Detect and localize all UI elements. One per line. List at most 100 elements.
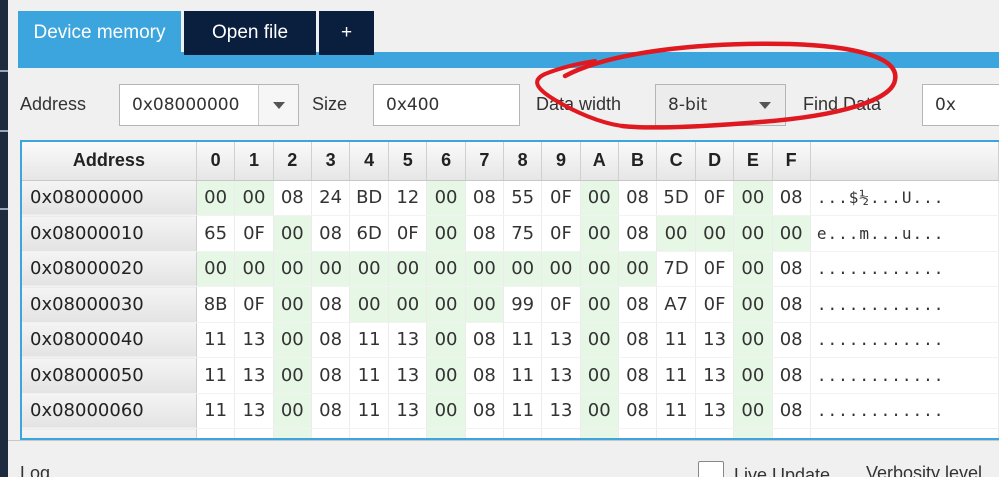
byte-cell[interactable]: 11 [196, 393, 236, 429]
header-column[interactable]: 6 [426, 142, 466, 181]
byte-cell[interactable]: 11 [349, 322, 390, 358]
byte-cell[interactable]: 08 [618, 357, 658, 394]
byte-cell[interactable]: 6D [349, 215, 390, 252]
tab-add-button[interactable]: + [319, 11, 374, 55]
byte-cell[interactable]: 00 [426, 393, 466, 429]
byte-cell[interactable]: 08 [618, 428, 658, 438]
byte-cell[interactable]: 00 [772, 215, 811, 252]
byte-cell[interactable]: 11 [349, 357, 390, 394]
byte-cell[interactable]: 0F [234, 215, 274, 252]
header-column[interactable]: C [656, 142, 696, 181]
byte-cell[interactable]: 08 [772, 393, 811, 429]
byte-cell[interactable]: 00 [426, 322, 466, 358]
byte-cell[interactable]: 00 [580, 357, 619, 394]
live-update-checkbox[interactable] [698, 461, 724, 477]
byte-cell[interactable]: 65 [196, 215, 236, 252]
byte-cell[interactable]: 00 [388, 251, 428, 287]
byte-cell[interactable]: 00 [311, 251, 351, 287]
byte-cell[interactable]: 00 [349, 286, 390, 323]
byte-cell[interactable]: 00 [426, 180, 466, 216]
header-column[interactable]: B [618, 142, 658, 181]
byte-cell[interactable]: 11 [503, 428, 543, 438]
byte-cell[interactable]: 99 [503, 286, 543, 323]
byte-cell[interactable]: 75 [503, 215, 543, 252]
byte-cell[interactable]: 0F [695, 180, 735, 216]
byte-cell[interactable]: 00 [273, 357, 312, 394]
byte-cell[interactable]: 00 [234, 180, 274, 216]
byte-cell[interactable]: 5D [656, 180, 696, 216]
tab-device-memory[interactable]: Device memory [18, 11, 181, 55]
byte-cell[interactable]: 08 [618, 393, 658, 429]
byte-cell[interactable]: 08 [772, 322, 811, 358]
byte-cell[interactable]: 00 [541, 251, 581, 287]
byte-cell[interactable]: 00 [733, 393, 773, 429]
byte-cell[interactable]: 08 [772, 428, 811, 438]
byte-cell[interactable]: 11 [503, 393, 543, 429]
header-column[interactable]: 5 [388, 142, 428, 181]
byte-cell[interactable]: 11 [196, 357, 236, 394]
byte-cell[interactable]: 00 [465, 286, 505, 323]
header-column[interactable]: 0 [196, 142, 236, 181]
byte-cell[interactable]: 08 [772, 357, 811, 394]
header-column[interactable]: D [695, 142, 735, 181]
byte-cell[interactable]: 00 [733, 322, 773, 358]
byte-cell[interactable]: 00 [273, 286, 312, 323]
byte-cell[interactable]: 11 [656, 322, 696, 358]
byte-cell[interactable]: 08 [311, 322, 351, 358]
byte-cell[interactable]: 13 [234, 393, 274, 429]
byte-cell[interactable]: 00 [196, 180, 236, 216]
byte-cell[interactable]: 0F [541, 215, 581, 252]
header-column[interactable]: 1 [234, 142, 274, 181]
byte-cell[interactable]: 00 [426, 357, 466, 394]
byte-cell[interactable]: 11 [656, 357, 696, 394]
header-column[interactable]: 7 [465, 142, 505, 181]
byte-cell[interactable]: 0F [234, 286, 274, 323]
byte-cell[interactable]: 08 [465, 393, 505, 429]
byte-cell[interactable]: 00 [426, 428, 466, 438]
byte-cell[interactable]: 13 [541, 357, 581, 394]
byte-cell[interactable]: 00 [273, 428, 312, 438]
byte-cell[interactable]: 11 [349, 428, 390, 438]
byte-cell[interactable]: 08 [311, 357, 351, 394]
tab-open-file[interactable]: Open file [184, 11, 316, 55]
byte-cell[interactable]: 00 [733, 180, 773, 216]
byte-cell[interactable]: 11 [656, 428, 696, 438]
byte-cell[interactable]: 00 [196, 251, 236, 287]
byte-cell[interactable]: 00 [733, 286, 773, 323]
byte-cell[interactable]: 11 [349, 393, 390, 429]
byte-cell[interactable]: 00 [580, 393, 619, 429]
byte-cell[interactable]: 08 [618, 322, 658, 358]
byte-cell[interactable]: 08 [465, 215, 505, 252]
byte-cell[interactable]: 00 [465, 251, 505, 287]
byte-cell[interactable]: 00 [618, 251, 658, 287]
byte-cell[interactable]: 13 [695, 428, 735, 438]
byte-cell[interactable]: 08 [465, 428, 505, 438]
byte-cell[interactable]: 13 [541, 393, 581, 429]
byte-cell[interactable]: 08 [311, 393, 351, 429]
byte-cell[interactable]: 13 [234, 322, 274, 358]
byte-cell[interactable]: 08 [772, 251, 811, 287]
header-column[interactable]: 2 [273, 142, 312, 181]
byte-cell[interactable]: 12 [388, 180, 428, 216]
header-column[interactable]: 8 [503, 142, 543, 181]
byte-cell[interactable]: 11 [503, 322, 543, 358]
byte-cell[interactable]: 00 [503, 251, 543, 287]
byte-cell[interactable]: 8B [196, 286, 236, 323]
byte-cell[interactable]: 00 [273, 251, 312, 287]
header-column[interactable]: 4 [349, 142, 390, 181]
byte-cell[interactable]: 00 [426, 286, 466, 323]
byte-cell[interactable]: 08 [772, 286, 811, 323]
byte-cell[interactable]: 08 [465, 180, 505, 216]
byte-cell[interactable]: 00 [733, 251, 773, 287]
byte-cell[interactable]: 13 [388, 393, 428, 429]
address-dropdown-button[interactable] [258, 85, 298, 125]
byte-cell[interactable]: 00 [580, 322, 619, 358]
byte-cell[interactable]: 08 [465, 322, 505, 358]
byte-cell[interactable]: 00 [580, 428, 619, 438]
byte-cell[interactable]: 08 [772, 180, 811, 216]
byte-cell[interactable]: 13 [541, 428, 581, 438]
byte-cell[interactable]: 08 [311, 428, 351, 438]
byte-cell[interactable]: 00 [273, 322, 312, 358]
header-column[interactable]: F [772, 142, 811, 181]
byte-cell[interactable]: 11 [196, 322, 236, 358]
